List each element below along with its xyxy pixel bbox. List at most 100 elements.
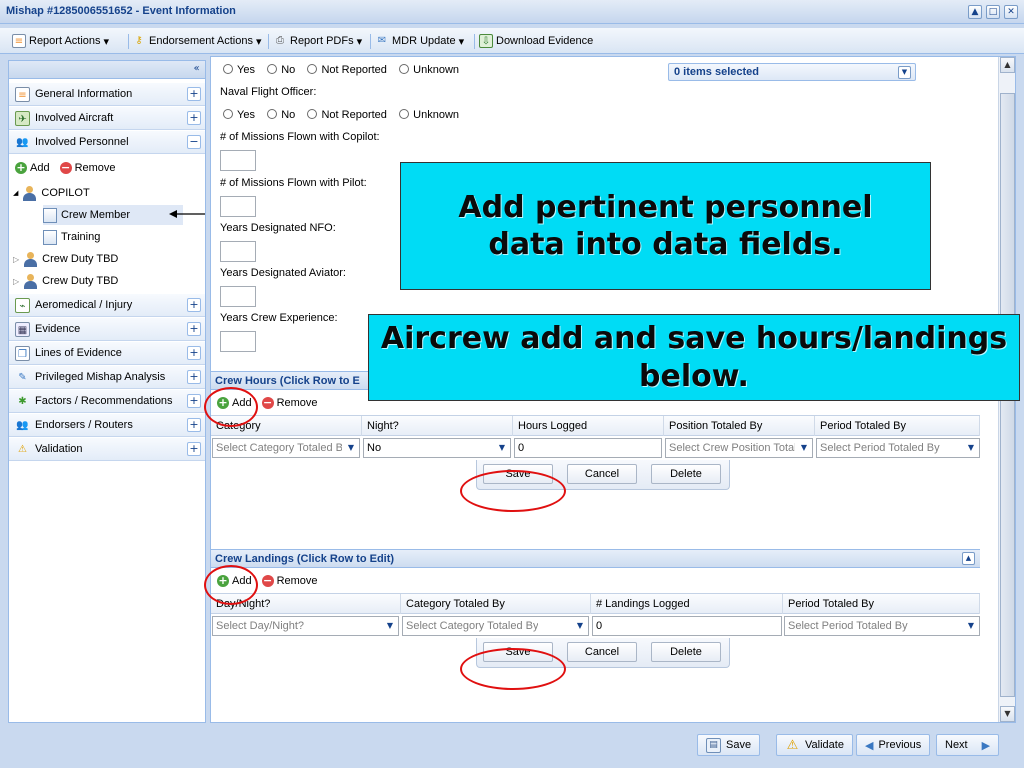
- collapse-window-button[interactable]: ▲: [968, 5, 982, 19]
- crew-hours-cancel-button[interactable]: Cancel: [567, 464, 637, 484]
- tree-collapsed-icon[interactable]: ▷: [13, 277, 19, 286]
- collapse-panel-icon[interactable]: «: [190, 63, 203, 76]
- nav-general-information[interactable]: ≡ General Information +: [9, 83, 205, 106]
- crew-hours-period-select[interactable]: Select Period Totaled By ▼: [816, 438, 980, 458]
- nav-privileged-mishap-analysis[interactable]: ✎ Privileged Mishap Analysis +: [9, 366, 205, 389]
- crew-hours-position-select[interactable]: Select Crew Position Total ▼: [665, 438, 813, 458]
- expand-icon[interactable]: +: [187, 442, 201, 456]
- radio-no[interactable]: No: [267, 64, 295, 76]
- years-nfo-input[interactable]: [220, 241, 256, 262]
- expand-icon[interactable]: +: [187, 394, 201, 408]
- report-actions-menu[interactable]: ≡ Report Actions ▾: [12, 33, 109, 49]
- tree-collapsed-icon[interactable]: ▷: [13, 255, 19, 264]
- chevron-down-icon[interactable]: ▼: [343, 439, 359, 457]
- expand-icon[interactable]: +: [187, 111, 201, 125]
- endorsement-actions-menu[interactable]: ⚷ Endorsement Actions ▾: [132, 33, 261, 49]
- radio-yes[interactable]: Yes: [223, 109, 255, 121]
- column-header[interactable]: Hours Logged: [513, 416, 664, 436]
- radio-no[interactable]: No: [267, 109, 295, 121]
- tree-node-crew-member[interactable]: Crew Member: [43, 205, 183, 225]
- chevron-down-icon[interactable]: ▼: [963, 439, 979, 457]
- radio-not-reported[interactable]: Not Reported: [307, 64, 387, 76]
- years-crew-input[interactable]: [220, 331, 256, 352]
- toolbar-separator: [128, 34, 129, 49]
- nav-endorsers-routers[interactable]: 👥 Endorsers / Routers +: [9, 414, 205, 437]
- collapse-icon[interactable]: −: [187, 135, 201, 149]
- expand-icon[interactable]: +: [187, 346, 201, 360]
- crew-hours-remove-button[interactable]: − Remove: [261, 397, 318, 409]
- select-value: Select Category Totaled By: [406, 620, 539, 632]
- save-button[interactable]: ▤ Save: [697, 734, 761, 756]
- expand-icon[interactable]: +: [187, 298, 201, 312]
- radio-unknown[interactable]: Unknown: [399, 109, 459, 121]
- crew-landings-header[interactable]: Crew Landings (Click Row to Edit) ▲: [211, 549, 980, 568]
- next-button[interactable]: Next ▶: [936, 734, 1000, 756]
- validate-button[interactable]: ⚠ Validate: [776, 734, 853, 756]
- crew-landings-add-button[interactable]: + Add: [217, 575, 252, 587]
- column-header[interactable]: Position Totaled By: [664, 416, 815, 436]
- expand-icon[interactable]: +: [187, 87, 201, 101]
- nav-involved-aircraft[interactable]: ✈ Involved Aircraft +: [9, 107, 205, 130]
- tree-node-copilot[interactable]: ◢ COPILOT: [13, 183, 90, 203]
- crew-hours-night-select[interactable]: No ▼: [363, 438, 511, 458]
- items-multiselect[interactable]: 0 items selected ▼: [668, 63, 916, 81]
- crew-hours-add-button[interactable]: + Add: [217, 397, 252, 409]
- tree-node-crew-duty[interactable]: ▷ Crew Duty TBD: [13, 271, 118, 291]
- maximize-window-button[interactable]: □: [986, 5, 1000, 19]
- crew-landings-logged-input[interactable]: 0: [592, 616, 782, 636]
- column-header[interactable]: Category Totaled By: [401, 594, 591, 614]
- crew-landings-category-select[interactable]: Select Category Totaled By ▼: [402, 616, 589, 636]
- crew-hours-logged-input[interactable]: 0: [514, 438, 662, 458]
- missions-copilot-input[interactable]: [220, 150, 256, 171]
- nav-validation[interactable]: ⚠ Validation +: [9, 438, 205, 461]
- crew-landings-remove-button[interactable]: − Remove: [261, 575, 318, 587]
- missions-pilot-input[interactable]: [220, 196, 256, 217]
- radio-not-reported[interactable]: Not Reported: [307, 109, 387, 121]
- expand-icon[interactable]: +: [187, 418, 201, 432]
- crew-hours-delete-button[interactable]: Delete: [651, 464, 721, 484]
- nav-involved-personnel[interactable]: 👥 Involved Personnel −: [9, 131, 205, 154]
- radio-yes[interactable]: Yes: [223, 64, 255, 76]
- years-aviator-input[interactable]: [220, 286, 256, 307]
- chevron-down-icon[interactable]: ▼: [572, 617, 588, 635]
- scroll-down-icon[interactable]: ▼: [1000, 706, 1015, 722]
- radio-unknown[interactable]: Unknown: [399, 64, 459, 76]
- chevron-down-icon[interactable]: ▼: [494, 439, 510, 457]
- close-window-button[interactable]: ✕: [1004, 5, 1018, 19]
- column-header[interactable]: # Landings Logged: [591, 594, 783, 614]
- download-evidence-button[interactable]: ⇩ Download Evidence: [479, 33, 593, 49]
- crew-landings-period-select[interactable]: Select Period Totaled By ▼: [784, 616, 980, 636]
- column-header[interactable]: Category: [211, 416, 362, 436]
- remove-personnel-button[interactable]: − Remove: [59, 161, 116, 174]
- nav-factors-recommendations[interactable]: ✱ Factors / Recommendations +: [9, 390, 205, 413]
- tree-node-crew-duty[interactable]: ▷ Crew Duty TBD: [13, 249, 118, 269]
- column-header[interactable]: Day/Night?: [211, 594, 401, 614]
- crew-landings-save-button[interactable]: Save: [483, 642, 553, 662]
- expand-icon[interactable]: +: [187, 370, 201, 384]
- crew-landings-delete-button[interactable]: Delete: [651, 642, 721, 662]
- previous-button[interactable]: ◀ Previous: [856, 734, 931, 756]
- nav-evidence[interactable]: ▦ Evidence +: [9, 318, 205, 341]
- column-header[interactable]: Period Totaled By: [815, 416, 980, 436]
- remove-icon: −: [59, 161, 72, 174]
- chevron-down-icon[interactable]: ▼: [898, 66, 911, 79]
- report-pdfs-menu[interactable]: ⎙ Report PDFs ▾: [273, 33, 362, 49]
- column-header[interactable]: Period Totaled By: [783, 594, 980, 614]
- column-header[interactable]: Night?: [362, 416, 513, 436]
- tree-node-training[interactable]: Training: [43, 227, 100, 247]
- add-personnel-button[interactable]: + Add: [15, 162, 50, 174]
- crew-hours-save-button[interactable]: Save: [483, 464, 553, 484]
- chevron-down-icon[interactable]: ▼: [382, 617, 398, 635]
- expand-icon[interactable]: +: [187, 322, 201, 336]
- chevron-down-icon[interactable]: ▼: [963, 617, 979, 635]
- collapse-icon[interactable]: ▲: [962, 552, 975, 565]
- nav-lines-of-evidence[interactable]: ❐ Lines of Evidence +: [9, 342, 205, 365]
- scroll-up-icon[interactable]: ▲: [1000, 57, 1015, 73]
- chevron-down-icon[interactable]: ▼: [796, 439, 812, 457]
- nav-aeromedical-injury[interactable]: ⌁ Aeromedical / Injury +: [9, 294, 205, 317]
- crew-landings-cancel-button[interactable]: Cancel: [567, 642, 637, 662]
- tree-expanded-icon[interactable]: ◢: [13, 189, 18, 197]
- mdr-update-menu[interactable]: ✉ MDR Update ▾: [375, 33, 464, 49]
- crew-landings-daynight-select[interactable]: Select Day/Night? ▼: [212, 616, 399, 636]
- crew-hours-category-select[interactable]: Select Category Totaled By ▼: [212, 438, 360, 458]
